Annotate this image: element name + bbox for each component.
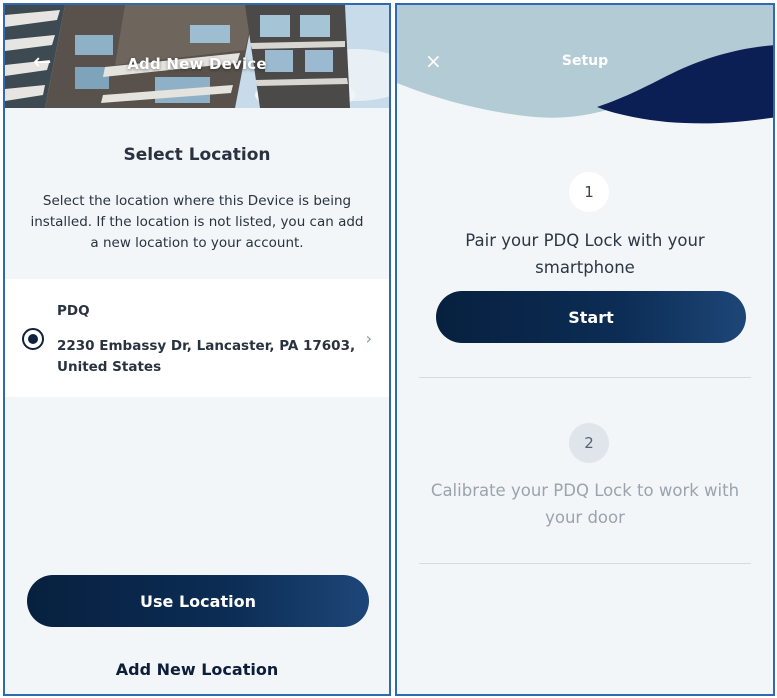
- chevron-right-icon: ›: [365, 329, 372, 348]
- divider: [419, 377, 751, 378]
- location-name: PDQ: [57, 303, 90, 319]
- location-address: 2230 Embassy Dr, Lancaster, PA 17603, Un…: [57, 338, 356, 375]
- add-new-location-link[interactable]: Add New Location: [5, 660, 389, 679]
- page-title: Add New Device: [127, 55, 267, 73]
- step-1-number: 1: [569, 172, 609, 212]
- step-1-text: Pair your PDQ Lock with your smartphone: [465, 231, 705, 277]
- step-2-number: 2: [569, 423, 609, 463]
- add-device-screen: ← Add New Device Select Location Select …: [3, 3, 391, 696]
- section-title: Select Location: [123, 145, 271, 165]
- section-description: Select the location where this Device is…: [30, 193, 364, 251]
- step-2-text: Calibrate your PDQ Lock to work with you…: [430, 481, 740, 527]
- header-building-photo: ← Add New Device: [5, 5, 389, 108]
- start-button[interactable]: Start: [436, 291, 746, 343]
- divider: [419, 563, 751, 564]
- location-option[interactable]: PDQ 2230 Embassy Dr, Lancaster, PA 17603…: [5, 279, 389, 397]
- page-title: Setup: [561, 53, 609, 69]
- use-location-button[interactable]: Use Location: [27, 575, 369, 627]
- radio-selected-icon[interactable]: [22, 328, 44, 350]
- setup-screen: × Setup 1 Pair your PDQ Lock with your s…: [395, 3, 775, 696]
